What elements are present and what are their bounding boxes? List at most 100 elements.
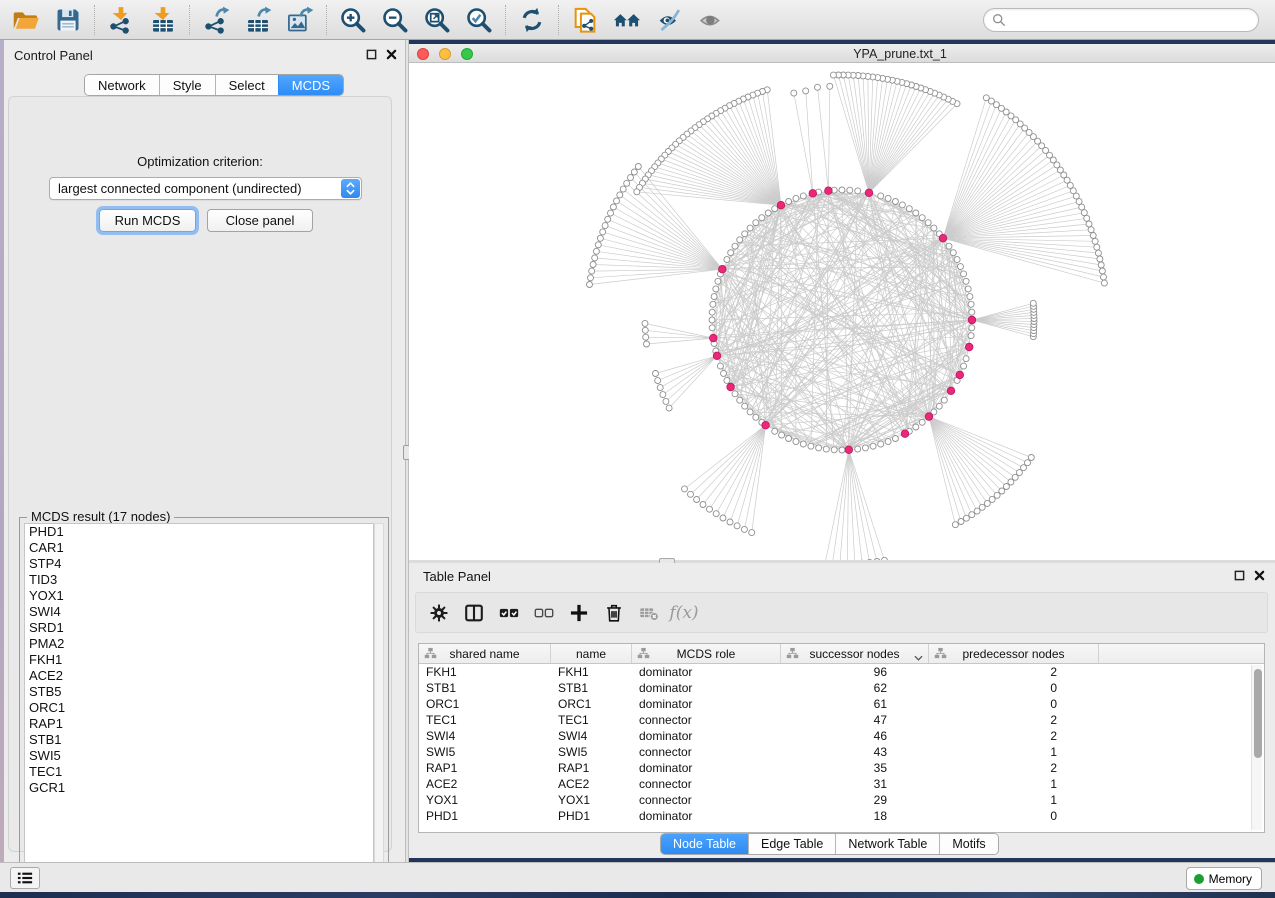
mcds-result-item[interactable]: GCR1 bbox=[25, 780, 373, 796]
mcds-result-item[interactable]: RAP1 bbox=[25, 716, 373, 732]
node-table-row[interactable]: FKH1FKH1dominator962 bbox=[419, 664, 1264, 680]
cell-shared-name: TEC1 bbox=[419, 712, 551, 728]
tab-edge-table[interactable]: Edge Table bbox=[748, 834, 835, 854]
mcds-result-item[interactable]: PMA2 bbox=[25, 636, 373, 652]
task-list-button[interactable] bbox=[10, 867, 40, 889]
node-table-row[interactable]: ACE2ACE2connector311 bbox=[419, 776, 1264, 792]
function-icon: f(x) bbox=[669, 603, 698, 623]
mcds-result-item[interactable]: TEC1 bbox=[25, 764, 373, 780]
hide-selected-button[interactable] bbox=[648, 3, 690, 37]
tab-network[interactable]: Network bbox=[85, 75, 159, 95]
export-network-button[interactable] bbox=[195, 3, 237, 37]
cell-MCDS-role: dominator bbox=[632, 664, 781, 680]
mcds-result-item[interactable]: PHD1 bbox=[25, 524, 373, 540]
mcds-result-item[interactable]: YOX1 bbox=[25, 588, 373, 604]
select-all-button[interactable] bbox=[496, 600, 522, 626]
mcds-result-item[interactable]: TID3 bbox=[25, 572, 373, 588]
minimize-window-icon[interactable] bbox=[439, 48, 451, 60]
node-table-row[interactable]: YOX1YOX1connector291 bbox=[419, 792, 1264, 808]
close-panel-icon[interactable] bbox=[385, 48, 397, 60]
cell-successor-nodes: 43 bbox=[781, 744, 929, 760]
zoom-window-icon[interactable] bbox=[461, 48, 473, 60]
column-layout-button[interactable] bbox=[461, 600, 487, 626]
close-table-panel-icon[interactable] bbox=[1253, 569, 1265, 581]
zoom-fit-button[interactable] bbox=[416, 3, 458, 37]
toolbar-separator bbox=[505, 5, 506, 35]
float-table-panel-icon[interactable] bbox=[1233, 569, 1245, 581]
network-graph[interactable] bbox=[409, 63, 1275, 560]
float-window-icon[interactable] bbox=[365, 48, 377, 60]
cell-shared-name: STB1 bbox=[419, 680, 551, 696]
add-column-button[interactable] bbox=[566, 600, 592, 626]
delete-column-button[interactable] bbox=[601, 600, 627, 626]
refresh-layout-icon bbox=[518, 6, 546, 34]
column-header-successor-nodes[interactable]: successor nodes bbox=[781, 644, 929, 663]
new-network-from-selection-button[interactable] bbox=[564, 3, 606, 37]
zoom-selected-button[interactable] bbox=[458, 3, 500, 37]
mcds-result-item[interactable]: FKH1 bbox=[25, 652, 373, 668]
delete-table-icon bbox=[638, 602, 660, 624]
column-header-MCDS-role[interactable]: MCDS role bbox=[632, 644, 781, 663]
close-panel-button[interactable]: Close panel bbox=[207, 209, 313, 232]
table-panel-tabs: Node TableEdge TableNetwork TableMotifs bbox=[660, 833, 999, 855]
node-table-row[interactable]: STB1STB1dominator620 bbox=[419, 680, 1264, 696]
save-session-button[interactable] bbox=[47, 3, 89, 37]
table-scrollbar-thumb[interactable] bbox=[1254, 669, 1262, 758]
tab-mcds[interactable]: MCDS bbox=[278, 75, 343, 95]
tab-node-table[interactable]: Node Table bbox=[661, 834, 748, 854]
show-all-button[interactable] bbox=[690, 3, 732, 37]
table-settings-button[interactable] bbox=[426, 600, 452, 626]
mcds-result-item[interactable]: STP4 bbox=[25, 556, 373, 572]
open-session-button[interactable] bbox=[5, 3, 47, 37]
table-settings-icon bbox=[428, 602, 450, 624]
node-table-row[interactable]: SWI4SWI4dominator462 bbox=[419, 728, 1264, 744]
toolbar-separator bbox=[558, 5, 559, 35]
control-panel-title: Control Panel bbox=[14, 48, 93, 63]
cell-successor-nodes: 62 bbox=[781, 680, 929, 696]
first-neighbors-button[interactable] bbox=[606, 3, 648, 37]
deselect-all-button[interactable] bbox=[531, 600, 557, 626]
node-table-row[interactable]: TEC1TEC1connector472 bbox=[419, 712, 1264, 728]
mcds-result-item[interactable]: CAR1 bbox=[25, 540, 373, 556]
run-mcds-button[interactable]: Run MCDS bbox=[99, 209, 196, 232]
import-table-button[interactable] bbox=[142, 3, 184, 37]
memory-button[interactable]: Memory bbox=[1186, 867, 1262, 890]
tab-motifs[interactable]: Motifs bbox=[939, 834, 997, 854]
node-table-row[interactable]: RAP1RAP1dominator352 bbox=[419, 760, 1264, 776]
import-network-button[interactable] bbox=[100, 3, 142, 37]
mcds-result-item[interactable]: SWI4 bbox=[25, 604, 373, 620]
mcds-result-item[interactable]: ORC1 bbox=[25, 700, 373, 716]
mcds-result-item[interactable]: SWI5 bbox=[25, 748, 373, 764]
node-table-row[interactable]: ORC1ORC1dominator610 bbox=[419, 696, 1264, 712]
mcds-result-item[interactable]: SRD1 bbox=[25, 620, 373, 636]
node-table-row[interactable]: SWI5SWI5connector431 bbox=[419, 744, 1264, 760]
search-input[interactable] bbox=[1011, 13, 1250, 28]
mcds-result-list[interactable]: PHD1CAR1STP4TID3YOX1SWI4SRD1PMA2FKH1ACE2… bbox=[24, 523, 374, 872]
network-window-titlebar[interactable]: YPA_prune.txt_1 bbox=[409, 44, 1275, 63]
network-canvas[interactable] bbox=[409, 63, 1275, 560]
mcds-result-item[interactable]: STB1 bbox=[25, 732, 373, 748]
zoom-out-button[interactable] bbox=[374, 3, 416, 37]
export-table-button[interactable] bbox=[237, 3, 279, 37]
tab-style[interactable]: Style bbox=[159, 75, 215, 95]
criterion-select[interactable]: largest connected component (undirected) bbox=[49, 177, 362, 200]
cell-shared-name: PHD1 bbox=[419, 808, 551, 824]
mcds-result-scrollbar[interactable] bbox=[374, 523, 384, 872]
save-session-icon bbox=[54, 6, 82, 34]
node-table-row[interactable]: PHD1PHD1dominator180 bbox=[419, 808, 1264, 824]
refresh-layout-button[interactable] bbox=[511, 3, 553, 37]
table-scrollbar[interactable] bbox=[1251, 665, 1262, 830]
zoom-in-button[interactable] bbox=[332, 3, 374, 37]
column-header-shared-name[interactable]: shared name bbox=[419, 644, 551, 663]
mcds-result-item[interactable]: ACE2 bbox=[25, 668, 373, 684]
node-table-rows: FKH1FKH1dominator962STB1STB1dominator620… bbox=[419, 664, 1264, 824]
mcds-result-item[interactable]: STB5 bbox=[25, 684, 373, 700]
column-header-predecessor-nodes[interactable]: predecessor nodes bbox=[929, 644, 1099, 663]
export-image-button[interactable] bbox=[279, 3, 321, 37]
sort-desc-icon bbox=[914, 650, 923, 664]
column-header-name[interactable]: name bbox=[551, 644, 632, 663]
tab-network-table[interactable]: Network Table bbox=[835, 834, 939, 854]
tab-select[interactable]: Select bbox=[215, 75, 278, 95]
table-panel: Table Panel f(x) shared namenameMCDS rol… bbox=[409, 563, 1275, 858]
close-window-icon[interactable] bbox=[417, 48, 429, 60]
